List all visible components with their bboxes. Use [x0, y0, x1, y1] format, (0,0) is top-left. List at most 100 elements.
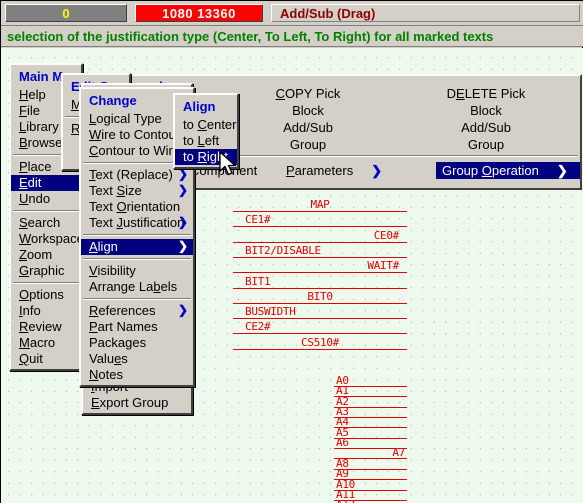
board-column-row[interactable]: Add/Sub	[406, 119, 566, 136]
menu-item-label: Search	[19, 215, 61, 230]
board-column-header[interactable]: DELETE Pick	[406, 86, 566, 102]
net-wire	[233, 302, 407, 304]
net-label[interactable]: BIT2/DISABLE	[245, 245, 321, 256]
menu-item-label: Contour to Wire	[89, 143, 181, 158]
change-menu-item-references[interactable]: References ❯	[81, 303, 193, 319]
main-menu-item-undo[interactable]: Undo	[11, 191, 81, 207]
message-bar: selection of the justification type (Cen…	[1, 25, 583, 47]
net-label[interactable]: CE1#	[245, 214, 271, 225]
menu-item-label: Zoom	[19, 247, 53, 262]
status-toolbar: 0 1080 13360 Add/Sub (Drag)	[1, 1, 583, 25]
align-menu-title: Align	[183, 99, 216, 114]
change-menu-item-text-size[interactable]: Text Size ❯	[81, 183, 193, 199]
board-command-label: Group Operation	[442, 163, 539, 178]
menu-item-label: Edit	[19, 175, 42, 190]
menu-item-label: Logical Type	[89, 111, 162, 126]
mode-display: Add/Sub (Drag)	[271, 4, 580, 22]
menu-item-label: Align	[89, 239, 118, 254]
board-column-row[interactable]: Block	[406, 102, 566, 119]
align-menu-item-to-center[interactable]: to Center	[175, 117, 237, 133]
menu-item-label: Review	[19, 319, 62, 334]
net-wire	[233, 333, 407, 335]
menu-separator	[83, 234, 191, 236]
net-wire	[233, 226, 407, 228]
menu-item-label: Visibility	[89, 263, 136, 278]
menu-item-label: Wire to Contour	[89, 127, 181, 142]
menu-item-label: Text Size	[89, 183, 142, 198]
net-label[interactable]: CS510#	[301, 337, 339, 348]
menu-item-label: to Right	[183, 149, 228, 164]
board-column-row[interactable]: Group	[238, 136, 378, 153]
menu-item-label: Graphic	[19, 263, 65, 278]
change-menu-item-arrange-labels[interactable]: Arrange Labels	[81, 279, 193, 295]
main-menu-item-review[interactable]: Review	[11, 319, 81, 335]
align-menu-item-to-left[interactable]: to Left	[175, 133, 237, 149]
menu-item-label: Packages	[89, 335, 147, 350]
board-command-group-operation[interactable]: Group Operation ❯	[436, 162, 580, 179]
change-menu-item-visibility[interactable]: Visibility	[81, 263, 193, 279]
net-label[interactable]: CE2#	[245, 321, 271, 332]
net-label[interactable]: BIT0	[307, 291, 333, 302]
menu-item-label: Place	[19, 159, 52, 174]
copy-pick-column: COPY Pick Block Add/Sub Group	[238, 86, 378, 153]
main-menu-item-options[interactable]: Options	[11, 287, 81, 303]
main-menu-item-info[interactable]: Info	[11, 303, 81, 319]
submenu-arrow-icon: ❯	[177, 239, 188, 253]
menu-item-label: to Center	[183, 117, 237, 132]
menu-separator	[83, 258, 191, 260]
change-menu-item-part-names[interactable]: Part Names	[81, 319, 193, 335]
submenu-arrow-icon: ❯	[177, 167, 188, 181]
align-menu-item-to-right[interactable]: to Right	[175, 149, 237, 165]
net-label[interactable]: CE0#	[374, 230, 400, 241]
menu-item-label: Text Orientation	[89, 199, 181, 214]
dimension-display: 1080 13360	[135, 4, 263, 22]
submenu-arrow-icon: ❯	[177, 183, 188, 197]
net-label[interactable]: A6	[336, 437, 349, 448]
group-menu-item-export-group[interactable]: Export Group	[83, 395, 191, 411]
main-menu-item-graphic[interactable]: Graphic	[11, 263, 81, 279]
main-menu-item-workspace[interactable]: Workspace	[11, 231, 84, 247]
menu-item-label: Workspace	[19, 231, 84, 246]
menu-item-label: Quit	[19, 351, 43, 366]
net-label[interactable]: WAIT#	[367, 260, 399, 271]
change-menu-item-align[interactable]: Align ❯	[81, 239, 193, 255]
coordinate-display: 0	[5, 4, 127, 22]
net-wire	[233, 287, 407, 289]
main-menu-item-edit[interactable]: Edit	[11, 175, 81, 191]
submenu-arrow-icon: ❯	[177, 303, 188, 317]
align-menu-items: to Center to Left to Right	[175, 117, 237, 165]
delete-pick-column: DELETE Pick Block Add/Sub Group	[406, 86, 566, 153]
menu-item-label: Export Group	[91, 395, 169, 410]
menu-item-label: Options	[19, 287, 64, 302]
net-wire	[233, 211, 407, 212]
main-menu-item-search[interactable]: Search	[11, 215, 81, 231]
menu-item-label: Text (Replace)	[89, 167, 173, 182]
board-column-row[interactable]: Group	[406, 136, 566, 153]
change-menu-item-notes[interactable]: Notes	[81, 367, 193, 383]
board-command-parameters[interactable]: Parameters ❯	[280, 162, 388, 179]
menu-item-label: Help	[19, 87, 46, 102]
change-menu-item-text-orientation[interactable]: Text Orientation	[81, 199, 193, 215]
menu-item-label: Notes	[89, 367, 123, 382]
board-command-label: Parameters	[286, 163, 354, 178]
net-label[interactable]: A7	[392, 447, 405, 458]
change-menu-item-packages[interactable]: Packages	[81, 335, 193, 351]
board-column-row[interactable]: Add/Sub	[238, 119, 378, 136]
net-label[interactable]: BIT1	[245, 276, 271, 287]
menu-separator	[13, 210, 79, 212]
change-menu-item-text-replace-[interactable]: Text (Replace) ❯	[81, 167, 193, 183]
main-menu-item-macro[interactable]: Macro	[11, 335, 81, 351]
submenu-arrow-icon: ❯	[371, 163, 383, 178]
net-label[interactable]: A12	[336, 499, 355, 503]
main-menu-item-quit[interactable]: Quit	[11, 351, 81, 367]
board-column-header[interactable]: COPY Pick	[238, 86, 378, 102]
board-column-row[interactable]: Block	[238, 102, 378, 119]
menu-separator	[83, 298, 191, 300]
net-label[interactable]: BUSWIDTH	[245, 306, 296, 317]
main-menu-item-zoom[interactable]: Zoom	[11, 247, 81, 263]
menu-item-label: Undo	[19, 191, 51, 206]
change-menu-item-values[interactable]: Values	[81, 351, 193, 367]
change-menu-item-text-justification[interactable]: Text Justification ❯	[81, 215, 193, 231]
net-label[interactable]: MAP	[311, 199, 330, 210]
application-window: MAP CE1# CE0# BIT2/DISABLE WAIT# BIT1 BIT0 BUSW…	[0, 0, 583, 503]
